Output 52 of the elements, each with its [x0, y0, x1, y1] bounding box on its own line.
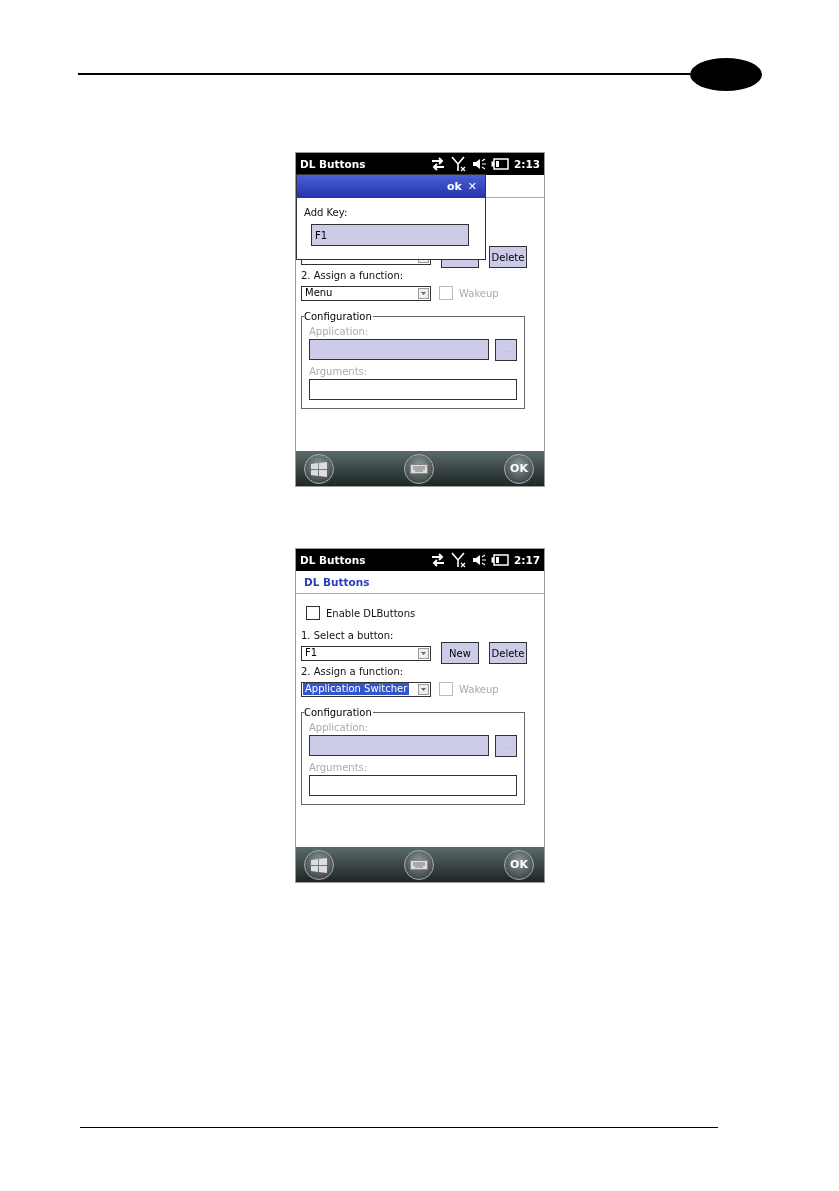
clock-time: 2:17 [513, 554, 540, 566]
keyboard-icon [410, 859, 428, 870]
speaker-icon [471, 553, 486, 567]
field-label: 1. Select a button: [301, 629, 394, 642]
close-button[interactable]: ✕ [467, 180, 477, 193]
keyboard-button[interactable] [404, 453, 434, 484]
start-button[interactable] [304, 453, 334, 484]
field-label: Arguments: [309, 761, 369, 774]
field-label: 2. Assign a function: [301, 665, 404, 678]
button-dropdown[interactable]: F1 [301, 645, 431, 661]
field-label: Application: [309, 325, 370, 338]
dropdown-value: Menu [304, 287, 334, 299]
keyboard-icon [410, 463, 428, 474]
group-title: Configuration [304, 310, 373, 323]
function-dropdown[interactable]: Application Switcher [301, 681, 431, 697]
windows-logo-icon [310, 460, 328, 477]
field-label: Add Key: [304, 206, 348, 219]
checkbox[interactable] [306, 606, 320, 620]
checkbox-label: Enable DLButtons [326, 606, 416, 620]
clock-time: 2:13 [513, 158, 540, 170]
windows-logo-icon [310, 856, 328, 873]
application-field[interactable] [309, 339, 489, 360]
app-title: DL Buttons [300, 158, 367, 170]
ok-button[interactable]: ok [446, 180, 462, 193]
function-dropdown[interactable]: Menu [301, 285, 431, 301]
arguments-field[interactable] [309, 379, 517, 400]
start-button[interactable] [304, 849, 334, 880]
application-field[interactable] [309, 735, 489, 756]
new-button[interactable]: New [441, 642, 479, 664]
battery-icon [490, 158, 509, 170]
field-label: Application: [309, 721, 370, 734]
group-title: Configuration [304, 706, 373, 719]
delete-button[interactable]: Delete [489, 642, 527, 664]
page-title: DL Buttons [304, 576, 370, 588]
sync-arrows-icon [429, 553, 446, 567]
field-label: 2. Assign a function: [301, 269, 404, 282]
arguments-field[interactable] [309, 775, 517, 796]
ok-button[interactable]: OK [504, 849, 534, 880]
dropdown-value: Application Switcher [303, 683, 410, 695]
checkbox-label: Wakeup [459, 286, 499, 300]
sync-arrows-icon [429, 157, 446, 171]
app-title: DL Buttons [300, 554, 367, 566]
key-input[interactable]: F1 [311, 224, 469, 246]
ok-button[interactable]: OK [504, 453, 534, 484]
delete-button[interactable]: Delete [489, 246, 527, 268]
battery-icon [490, 554, 509, 566]
signal-icon [450, 552, 467, 568]
speaker-icon [471, 157, 486, 171]
keyboard-button[interactable] [404, 849, 434, 880]
field-label: Arguments: [309, 365, 369, 378]
signal-icon [450, 156, 467, 172]
checkbox-label: Wakeup [459, 682, 499, 696]
